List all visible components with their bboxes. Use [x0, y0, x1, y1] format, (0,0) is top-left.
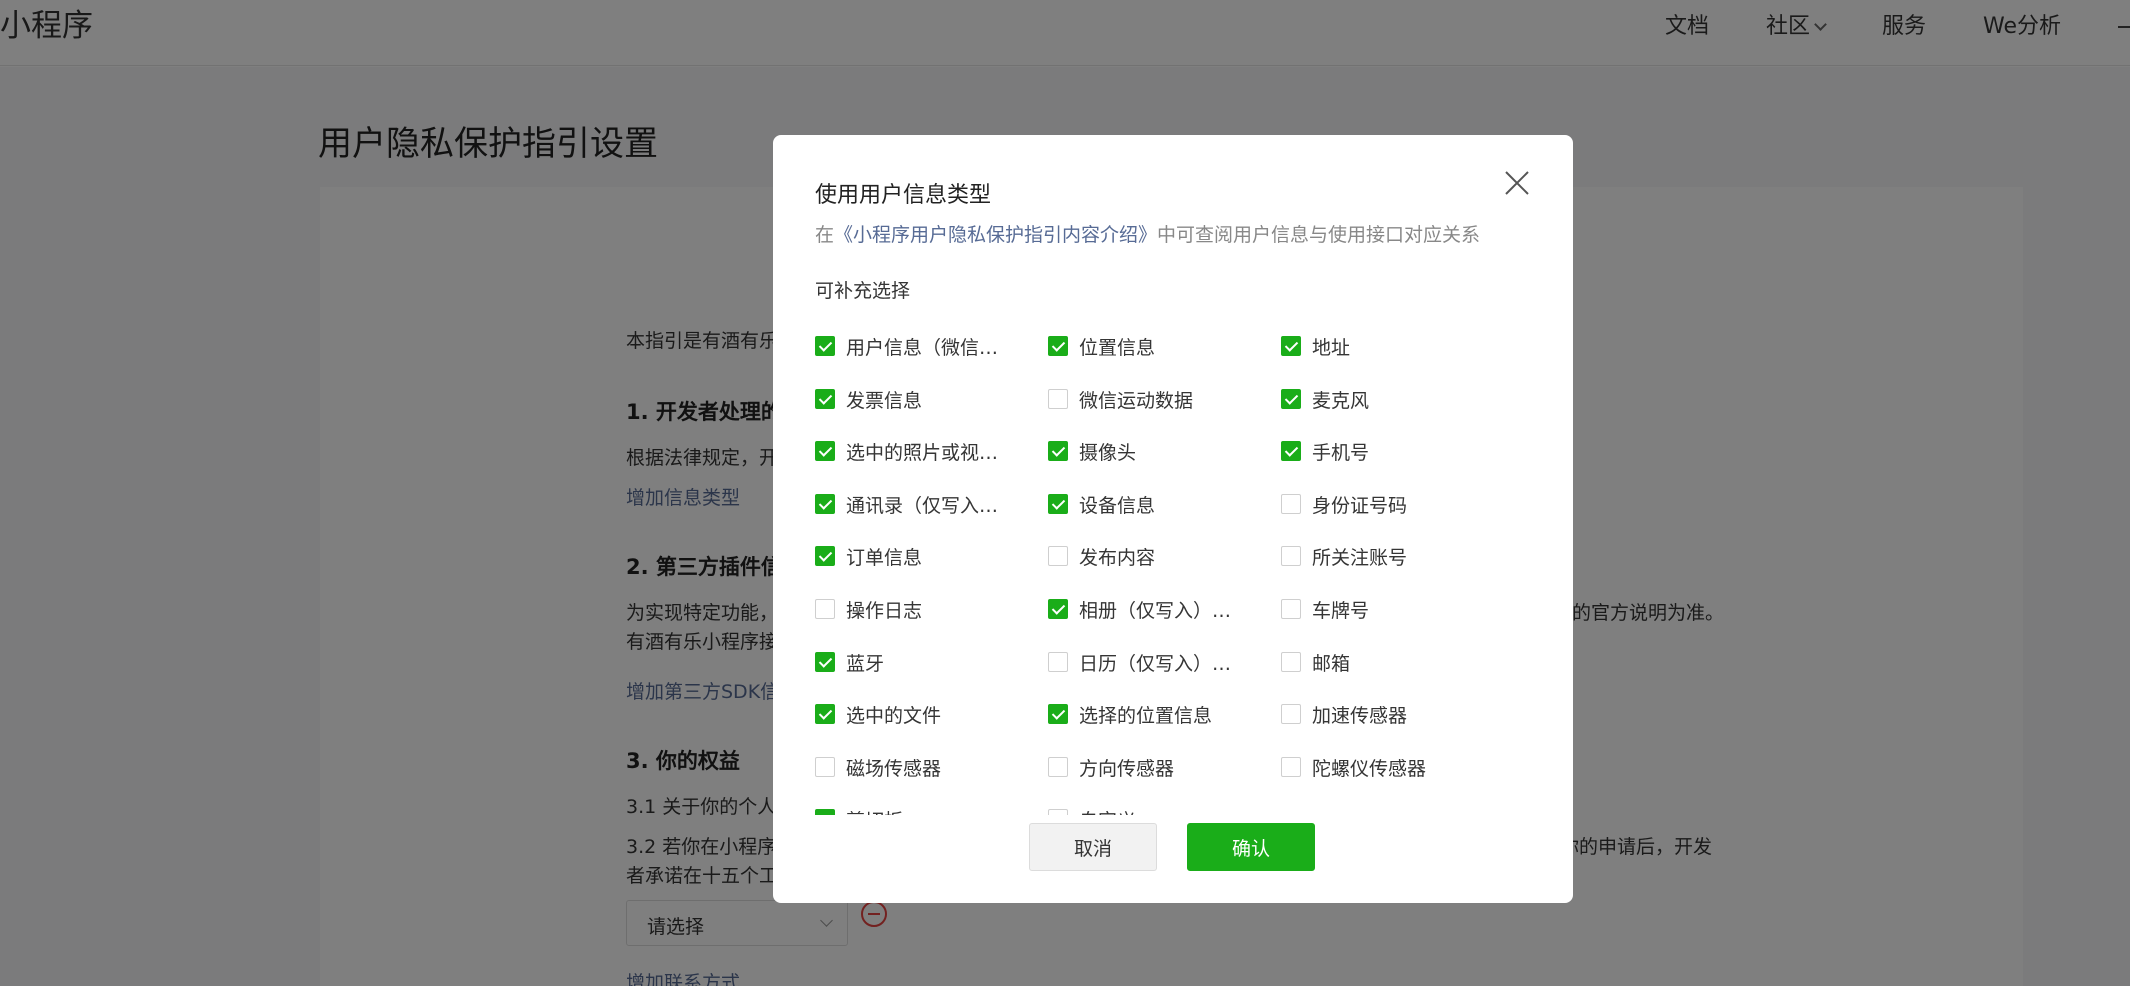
checkbox-checked-icon[interactable] [1048, 704, 1068, 724]
checkbox-checked-icon[interactable] [1048, 599, 1068, 619]
option-label: 用户信息（微信昵称、头像） [846, 336, 1016, 359]
info-type-option[interactable]: 陀螺仪传感器 [1281, 752, 1426, 782]
subtitle-prefix: 在 [815, 224, 835, 246]
info-type-option[interactable]: 自定义 [1048, 804, 1136, 815]
option-label: 操作日志 [846, 599, 923, 622]
info-type-option[interactable]: 选择的位置信息 [1048, 699, 1212, 729]
checkbox-checked-icon[interactable] [815, 336, 835, 356]
info-type-option[interactable]: 剪切板 [815, 804, 903, 815]
checkbox-checked-icon[interactable] [815, 389, 835, 409]
checkbox-unchecked-icon[interactable] [1048, 546, 1068, 566]
option-label: 陀螺仪传感器 [1312, 757, 1427, 780]
info-type-option[interactable]: 身份证号码 [1281, 489, 1407, 519]
dialog-title: 使用用户信息类型 [815, 183, 992, 208]
option-label: 订单信息 [846, 546, 923, 569]
info-type-option[interactable]: 手机号 [1281, 436, 1369, 466]
info-type-option[interactable]: 设备信息 [1048, 489, 1155, 519]
option-label: 车牌号 [1312, 599, 1370, 622]
info-type-option[interactable]: 加速传感器 [1281, 699, 1407, 729]
checkbox-unchecked-icon[interactable] [1048, 652, 1068, 672]
info-type-option[interactable]: 发票信息 [815, 384, 922, 414]
checkbox-unchecked-icon[interactable] [1281, 652, 1301, 672]
checkbox-checked-icon[interactable] [815, 441, 835, 461]
checkbox-unchecked-icon[interactable] [815, 599, 835, 619]
checkbox-checked-icon[interactable] [1048, 336, 1068, 356]
option-label: 选中的文件 [846, 704, 942, 727]
checkbox-checked-icon[interactable] [815, 494, 835, 514]
confirm-button[interactable]: 确认 [1187, 823, 1315, 871]
privacy-guide-intro-link[interactable]: 《小程序用户隐私保护指引内容介绍》 [834, 224, 1157, 246]
cancel-button[interactable]: 取消 [1029, 823, 1157, 871]
option-label: 选中的照片或视频信息 [846, 441, 1016, 464]
info-type-option[interactable]: 用户信息（微信昵称、头像） [815, 331, 1016, 361]
option-label: 相册（仅写入）权限 [1079, 599, 1249, 622]
checkbox-unchecked-icon[interactable] [1281, 494, 1301, 514]
option-label: 位置信息 [1079, 336, 1156, 359]
option-label: 邮箱 [1312, 652, 1351, 675]
close-icon[interactable] [1501, 167, 1533, 199]
checkbox-checked-icon[interactable] [1048, 441, 1068, 461]
info-type-option[interactable]: 位置信息 [1048, 331, 1155, 361]
checkbox-unchecked-icon[interactable] [1281, 599, 1301, 619]
info-type-option[interactable]: 操作日志 [815, 594, 922, 624]
checkbox-checked-icon[interactable] [1281, 389, 1301, 409]
info-type-option[interactable]: 相册（仅写入）权限 [1048, 594, 1249, 624]
option-label: 通讯录（仅写入）权限 [846, 494, 1016, 517]
checkbox-checked-icon[interactable] [815, 546, 835, 566]
option-label: 微信运动数据 [1079, 389, 1194, 412]
option-label: 摄像头 [1079, 441, 1137, 464]
checkbox-checked-icon[interactable] [1281, 336, 1301, 356]
option-label: 自定义 [1079, 806, 1136, 816]
info-type-option[interactable]: 选中的照片或视频信息 [815, 436, 1016, 466]
option-label: 身份证号码 [1312, 494, 1408, 517]
option-label: 设备信息 [1079, 494, 1156, 517]
info-type-option[interactable]: 车牌号 [1281, 594, 1369, 624]
info-type-option[interactable]: 日历（仅写入）权限 [1048, 647, 1249, 677]
checkbox-unchecked-icon[interactable] [815, 757, 835, 777]
info-type-option[interactable]: 通讯录（仅写入）权限 [815, 489, 1016, 519]
info-type-options: 用户信息（微信昵称、头像） 位置信息 地址发票信息 微信运动数据 麦克风选中的照片或视频… [815, 331, 1515, 815]
info-type-option[interactable]: 选中的文件 [815, 699, 941, 729]
subtitle-suffix: 中可查阅用户信息与使用接口对应关系 [1157, 224, 1481, 246]
option-label: 发布内容 [1079, 546, 1156, 569]
checkbox-checked-icon[interactable] [815, 652, 835, 672]
option-label: 地址 [1312, 336, 1351, 359]
dialog-subtitle: 在《小程序用户隐私保护指引内容介绍》中可查阅用户信息与使用接口对应关系 [815, 220, 1480, 247]
info-type-option[interactable]: 发布内容 [1048, 541, 1155, 571]
checkbox-unchecked-icon[interactable] [1048, 757, 1068, 777]
info-type-option[interactable]: 麦克风 [1281, 384, 1369, 414]
option-label: 日历（仅写入）权限 [1079, 652, 1249, 675]
info-type-option[interactable]: 所关注账号 [1281, 541, 1407, 571]
info-type-option[interactable]: 蓝牙 [815, 647, 884, 677]
optional-section-label: 可补充选择 [815, 280, 911, 302]
option-label: 剪切板 [846, 806, 903, 816]
checkbox-unchecked-icon[interactable] [1281, 546, 1301, 566]
option-label: 加速传感器 [1312, 704, 1408, 727]
checkbox-unchecked-icon[interactable] [1048, 389, 1068, 409]
checkbox-checked-icon[interactable] [815, 704, 835, 724]
info-type-option[interactable]: 微信运动数据 [1048, 384, 1193, 414]
option-label: 发票信息 [846, 389, 923, 412]
option-label: 方向传感器 [1079, 757, 1175, 780]
info-type-option[interactable]: 邮箱 [1281, 647, 1350, 677]
info-type-option[interactable]: 地址 [1281, 331, 1350, 361]
option-label: 磁场传感器 [846, 757, 942, 780]
option-label: 所关注账号 [1312, 546, 1408, 569]
checkbox-unchecked-icon[interactable] [1281, 704, 1301, 724]
option-label: 麦克风 [1312, 389, 1370, 412]
checkbox-checked-icon[interactable] [1048, 494, 1068, 514]
option-label: 选择的位置信息 [1079, 704, 1213, 727]
info-type-option[interactable]: 方向传感器 [1048, 752, 1174, 782]
info-type-option[interactable]: 磁场传感器 [815, 752, 941, 782]
checkbox-checked-icon[interactable] [815, 809, 835, 815]
user-info-type-dialog: 使用用户信息类型 在《小程序用户隐私保护指引内容介绍》中可查阅用户信息与使用接口… [773, 135, 1573, 903]
checkbox-unchecked-icon[interactable] [1048, 809, 1068, 815]
checkbox-checked-icon[interactable] [1281, 441, 1301, 461]
info-type-option[interactable]: 摄像头 [1048, 436, 1136, 466]
info-type-option[interactable]: 订单信息 [815, 541, 922, 571]
option-label: 蓝牙 [846, 652, 885, 675]
option-label: 手机号 [1312, 441, 1370, 464]
checkbox-unchecked-icon[interactable] [1281, 757, 1301, 777]
